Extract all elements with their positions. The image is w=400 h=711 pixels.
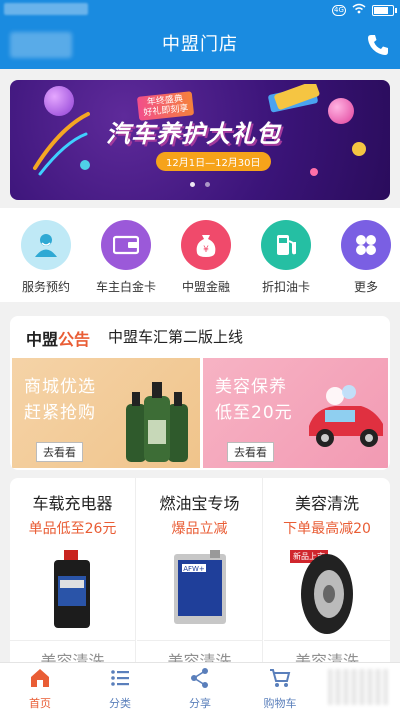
quick-link-label: 服务预约	[21, 280, 70, 294]
wallet-icon	[101, 220, 151, 270]
product-next-title: 美容清洗	[294, 652, 359, 662]
product-subtitle: 下单最高减20	[283, 521, 371, 537]
tab-category[interactable]: 分类	[80, 667, 160, 711]
product-subtitle: 爆品立减	[171, 521, 228, 537]
person-icon	[21, 220, 71, 270]
phone-button[interactable]	[366, 33, 390, 57]
list-icon	[111, 670, 129, 686]
phone-icon	[368, 35, 388, 55]
notice-brand-part1: 中盟	[26, 330, 59, 349]
product-subtitle: 单品低至26元	[28, 521, 117, 537]
product-grid: 车载充电器 单品低至26元 美容清洗 燃油宝专场 爆品立减 AFW+ 美容清洗 …	[10, 478, 390, 662]
divider	[264, 640, 390, 641]
product-cell-wash[interactable]: 美容清洗 下单最高减20 新品上市 美容清洗	[264, 478, 390, 662]
fuel-pump-icon	[261, 220, 311, 270]
promo-line2: 低至20元	[215, 403, 293, 423]
wifi-icon	[352, 3, 366, 17]
promo-line1: 商城优选	[24, 377, 96, 397]
product-title: 车载充电器	[32, 494, 113, 513]
quick-link-fuel-card[interactable]: 折扣油卡	[246, 220, 326, 295]
promo-view-button[interactable]: 去看看	[227, 442, 274, 462]
share-icon	[191, 668, 208, 688]
promo-line1: 美容保养	[215, 377, 287, 397]
decor-streak	[33, 112, 90, 176]
quick-link-label: 更多	[353, 280, 378, 294]
battery-icon	[372, 4, 397, 16]
promo-banner[interactable]: 年终盛典 好礼即刻享 汽车养护大礼包 12月1日—12月30日	[10, 80, 390, 200]
quick-link-label: 折扣油卡	[261, 280, 310, 294]
notice-brand-part2: 公告	[58, 330, 91, 349]
promo-view-button[interactable]: 去看看	[36, 442, 83, 462]
status-icons: 4G	[332, 3, 397, 17]
notice-card: 中盟公告 中盟车汇第二版上线 商城优选 赶紧抢购 去看看 美容保养 低至20元 …	[10, 316, 390, 470]
header-bar: 4G 中盟门店	[0, 0, 400, 69]
status-bar-blurred-area	[4, 3, 88, 15]
notice-brand: 中盟公告	[26, 326, 90, 350]
quick-links: 服务预约 车主白金卡 ¥ 中盟金融 折扣油卡 更多	[0, 208, 400, 302]
promo-line2: 赶紧抢购	[24, 403, 96, 423]
status-bar: 4G	[0, 0, 400, 20]
product-image-tire	[301, 554, 353, 634]
volte-icon: 4G	[332, 4, 346, 16]
carousel-dot[interactable]	[205, 182, 210, 187]
quick-link-label: 车主白金卡	[95, 280, 156, 294]
promo-mall[interactable]: 商城优选 赶紧抢购 去看看	[12, 358, 200, 468]
home-icon	[31, 669, 49, 687]
tab-label: 分享	[189, 697, 211, 710]
decor-ball	[328, 98, 354, 124]
product-title: 美容清洗	[294, 494, 359, 513]
bottom-tab-bar: 首页 分类 分享 购物车	[0, 662, 400, 711]
quick-link-service-booking[interactable]: 服务预约	[6, 220, 86, 295]
tab-label: 首页	[29, 697, 51, 710]
banner-title: 汽车养护大礼包	[106, 120, 281, 148]
page-title: 中盟门店	[162, 34, 238, 55]
notice-text[interactable]: 中盟车汇第二版上线	[108, 326, 243, 347]
tab-cart[interactable]: 购物车	[240, 667, 320, 711]
decor-ball	[352, 142, 366, 156]
quick-link-platinum-card[interactable]: 车主白金卡	[86, 220, 166, 295]
tab-home[interactable]: 首页	[0, 667, 80, 711]
svg-text:¥: ¥	[203, 245, 209, 255]
product-title: 燃油宝专场	[159, 494, 240, 513]
banner-date: 12月1日—12月30日	[156, 152, 271, 171]
car-wash-image	[309, 385, 383, 447]
product-next-title: 美容清洗	[40, 652, 105, 662]
tab-label: 购物车	[263, 697, 297, 710]
product-image-bottle	[53, 550, 90, 628]
product-can-label: AFW+	[183, 565, 205, 573]
quick-link-label: 中盟金融	[181, 280, 230, 294]
tab-blurred-area[interactable]	[328, 669, 388, 705]
decor-ball	[310, 168, 318, 176]
promo-beauty[interactable]: 美容保养 低至20元 去看看	[203, 358, 388, 468]
tab-label: 分类	[109, 697, 131, 710]
money-bag-icon: ¥	[181, 220, 231, 270]
product-cell-charger[interactable]: 车载充电器 单品低至26元 美容清洗	[10, 478, 136, 662]
cart-icon	[270, 669, 291, 687]
product-cell-fuel[interactable]: 燃油宝专场 爆品立减 AFW+ 美容清洗	[137, 478, 263, 662]
ticket-graphic	[268, 84, 320, 113]
product-next-title: 美容清洗	[167, 652, 232, 662]
tab-share[interactable]: 分享	[160, 667, 240, 711]
divider	[137, 640, 262, 641]
divider	[10, 640, 135, 641]
quick-link-finance[interactable]: ¥ 中盟金融	[166, 220, 246, 295]
carousel-dot-active[interactable]	[190, 182, 195, 187]
grid-icon	[341, 220, 391, 270]
product-image-can: AFW+	[173, 550, 226, 624]
quick-link-more[interactable]: 更多	[326, 220, 400, 295]
shampoo-bottles-image	[126, 382, 188, 462]
